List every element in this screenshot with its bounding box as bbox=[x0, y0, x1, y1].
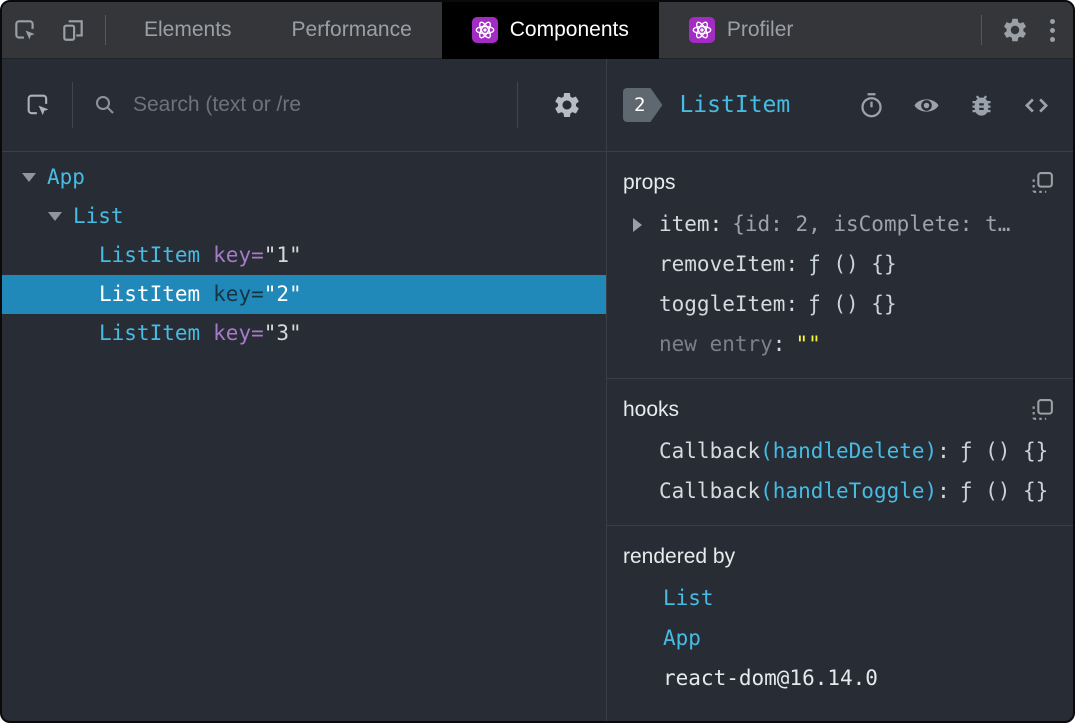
search-box bbox=[93, 92, 497, 118]
kebab-menu-icon[interactable] bbox=[1040, 18, 1073, 42]
rendered-by-section: rendered by List App react-dom@16.14.0 bbox=[607, 526, 1073, 712]
toolbar-divider bbox=[981, 15, 982, 45]
hooks-section: hooks Callback(handleDelete): ƒ () {} Cal… bbox=[607, 379, 1073, 526]
owners-count-badge[interactable]: 2 bbox=[623, 88, 662, 122]
bug-icon[interactable] bbox=[968, 92, 995, 119]
rendered-by-react-dom: react-dom@16.14.0 bbox=[663, 666, 878, 690]
react-logo-icon bbox=[471, 17, 498, 43]
settings-gear-icon[interactable] bbox=[990, 2, 1040, 59]
search-input[interactable] bbox=[131, 92, 497, 118]
chevron-down-icon[interactable] bbox=[48, 212, 62, 221]
prop-row-new-entry[interactable]: new entry: "" bbox=[623, 324, 1055, 364]
details-header: 2 ListItem bbox=[607, 59, 1073, 152]
element-picker-icon[interactable] bbox=[24, 91, 52, 119]
tree-row-app[interactable]: App bbox=[2, 158, 606, 197]
props-section: props item: {id: 2, isComplete: t… remove bbox=[607, 152, 1073, 379]
toolbar-divider bbox=[105, 15, 106, 45]
toolbar-divider bbox=[72, 82, 73, 128]
component-details-panel: 2 ListItem props item: {id: 2, isComplet… bbox=[607, 59, 1073, 721]
copy-icon[interactable] bbox=[1030, 171, 1055, 196]
components-tree-panel: App List ListItemkey="1" ListItemkey="2"… bbox=[2, 59, 607, 721]
react-logo-icon bbox=[688, 17, 715, 43]
tree-toolbar bbox=[2, 59, 606, 152]
rendered-by-title: rendered by bbox=[623, 545, 736, 568]
prop-row-removeitem[interactable]: removeItem: ƒ () {} bbox=[623, 244, 1055, 284]
tree-row-listitem-1[interactable]: ListItem key = "1" bbox=[2, 236, 606, 275]
chevron-right-icon[interactable] bbox=[633, 218, 642, 232]
key-attribute: key bbox=[213, 243, 252, 267]
main-split: App List ListItemkey="1" ListItemkey="2"… bbox=[2, 59, 1073, 721]
tab-elements[interactable]: Elements bbox=[114, 2, 262, 59]
chevron-down-icon[interactable] bbox=[22, 173, 36, 182]
details-header-actions bbox=[858, 91, 1051, 120]
tab-components[interactable]: Components bbox=[441, 2, 659, 59]
rendered-by-app-link[interactable]: App bbox=[623, 618, 1055, 658]
selected-component-name: ListItem bbox=[679, 92, 791, 118]
key-attribute: key bbox=[213, 282, 252, 306]
tab-profiler[interactable]: Profiler bbox=[659, 2, 824, 59]
search-icon bbox=[93, 93, 117, 117]
hooks-section-title: hooks bbox=[623, 398, 680, 421]
tree-row-list[interactable]: List bbox=[2, 197, 606, 236]
toolbar-divider bbox=[517, 82, 518, 128]
inspect-icon[interactable] bbox=[2, 2, 49, 59]
tree-row-listitem-2-selected[interactable]: ListItem key = "2" bbox=[2, 275, 606, 314]
tree-row-listitem-3[interactable]: ListItem key = "3" bbox=[2, 314, 606, 353]
devtools-window: Elements Performance Components Profiler… bbox=[0, 0, 1075, 723]
eye-icon[interactable] bbox=[912, 91, 941, 120]
devtools-tab-bar: Elements Performance Components Profiler bbox=[2, 2, 1073, 59]
prop-row-item[interactable]: item: {id: 2, isComplete: t… bbox=[623, 204, 1055, 244]
tab-performance[interactable]: Performance bbox=[262, 2, 442, 59]
stopwatch-icon[interactable] bbox=[858, 92, 885, 119]
view-source-icon[interactable] bbox=[1022, 91, 1051, 120]
component-tree: App List ListItem key = "1" ListItem key = "2"… bbox=[2, 152, 606, 721]
props-section-title: props bbox=[623, 171, 676, 194]
hook-row-handletoggle[interactable]: Callback(handleToggle): ƒ () {} bbox=[623, 471, 1055, 511]
rendered-by-list-link[interactable]: List bbox=[623, 578, 1055, 618]
settings-gear-icon[interactable] bbox=[552, 90, 582, 120]
hook-row-handledelete[interactable]: Callback(handleDelete): ƒ () {} bbox=[623, 431, 1055, 471]
device-toolbar-icon[interactable] bbox=[49, 2, 97, 59]
copy-icon[interactable] bbox=[1030, 398, 1055, 423]
key-attribute: key bbox=[213, 321, 252, 345]
prop-row-toggleitem[interactable]: toggleItem: ƒ () {} bbox=[623, 284, 1055, 324]
